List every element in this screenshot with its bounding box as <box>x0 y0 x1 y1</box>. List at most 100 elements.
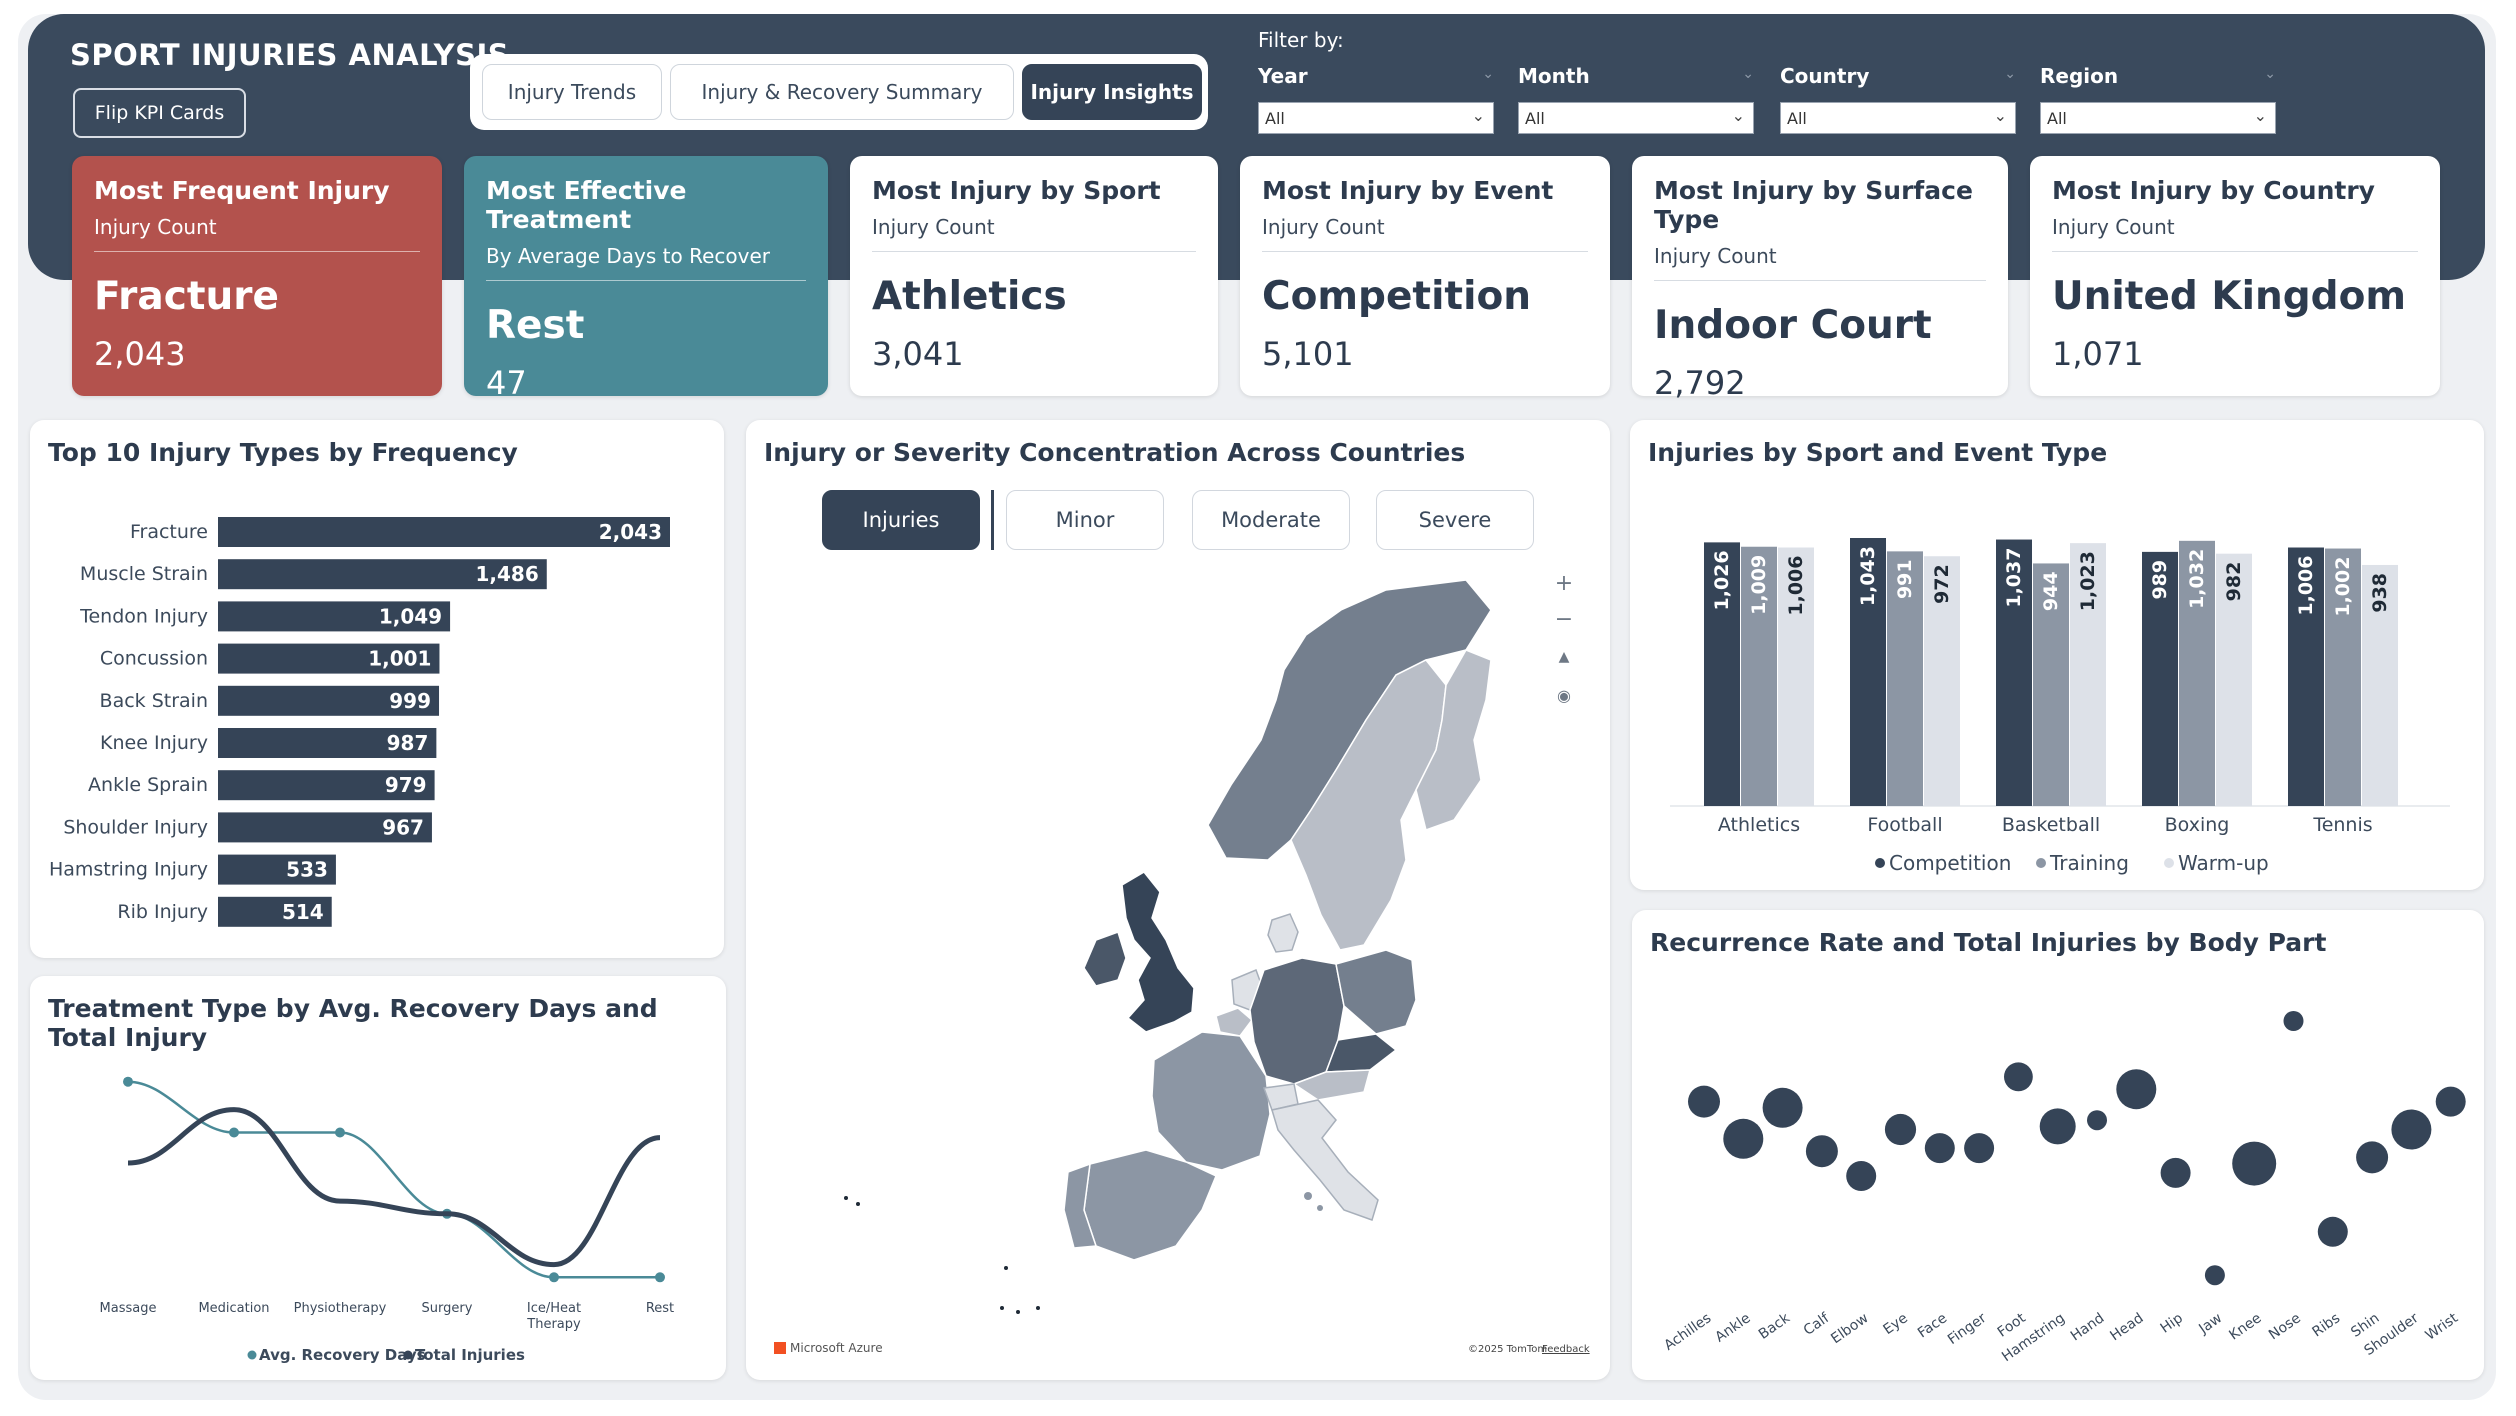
kpi-title: Most Frequent Injury <box>94 176 390 205</box>
bar-category-label: Hamstring Injury <box>49 859 208 881</box>
bar-value-label: 514 <box>282 900 324 924</box>
avg-recovery-point <box>655 1272 665 1283</box>
year-filter-select[interactable]: All ⌄ <box>1258 102 1494 134</box>
year-filter-label: Year <box>1258 64 1308 88</box>
microsoft-logo-icon <box>774 1342 786 1354</box>
bar-category-label: Concussion <box>100 648 208 670</box>
region-filter-select[interactable]: All ⌄ <box>2040 102 2276 134</box>
legend-label: Competition <box>1889 851 2011 875</box>
x-tick-label: Back <box>1756 1310 1794 1343</box>
bar-value-label: 989 <box>2149 560 2171 600</box>
x-tick-label: Head <box>2107 1310 2146 1344</box>
month-filter-value: All <box>1525 108 1545 128</box>
bar-value-label: 1,023 <box>2077 551 2099 611</box>
bubble <box>2039 1108 2076 1145</box>
x-tick-label: Basketball <box>2002 814 2100 836</box>
country-filter-select[interactable]: All ⌄ <box>1780 102 2016 134</box>
x-tick-label: Wrist <box>2423 1310 2462 1344</box>
bubble <box>2116 1069 2157 1110</box>
legend-marker <box>403 1350 413 1360</box>
x-tick-label: Ribs <box>2309 1310 2343 1340</box>
legend-marker <box>2164 858 2174 868</box>
dropdown-arrow-icon: ⌄ <box>2253 106 2267 125</box>
x-tick-label: Hand <box>2068 1310 2107 1344</box>
kpi-subtitle: Injury Count <box>872 215 1196 252</box>
kpi-card-most-injury-by-country[interactable]: Most Injury by Country Injury Count Unit… <box>2030 156 2440 396</box>
x-tick-label: Surgery <box>422 1301 473 1316</box>
x-tick-label: Hip <box>2158 1310 2186 1337</box>
x-tick-label: Boxing <box>2165 814 2230 836</box>
country-filter-label: Country <box>1780 64 1870 88</box>
bubble <box>1884 1113 1917 1146</box>
x-tick-label: Eye <box>1881 1310 1911 1338</box>
bar-value-label: 533 <box>286 858 328 882</box>
bar-category-label: Back Strain <box>100 690 208 712</box>
treatment-line-chart: Massage Medication Physiotherapy Surgery Ice… <box>100 1076 674 1364</box>
kpi-subtitle: By Average Days to Recover <box>486 244 806 281</box>
x-tick-label: Face <box>1915 1310 1950 1341</box>
bar-category-label: Tendon Injury <box>79 605 208 627</box>
map-island <box>1304 1192 1312 1200</box>
bar-category-label: Fracture <box>130 521 208 543</box>
map-island <box>1000 1306 1004 1310</box>
kpi-number: 2,792 <box>1654 364 1746 402</box>
bubble <box>1964 1133 1995 1164</box>
page-title: SPORT INJURIES ANALYSIS <box>70 38 510 72</box>
map-island <box>1004 1266 1008 1270</box>
legend-marker <box>247 1350 257 1360</box>
kpi-title: Most Effective Treatment <box>486 176 687 234</box>
map-region-united-kingdom <box>1121 871 1195 1033</box>
kpi-value: Competition <box>1262 274 1532 319</box>
recurrence-panel: Recurrence Rate and Total Injuries by Bo… <box>1632 910 2484 1380</box>
map-region-belgium <box>1215 1007 1254 1037</box>
top10-injury-chart: Fracture 2,043 Muscle Strain 1,486 Tendon In… <box>49 517 670 927</box>
map-island <box>1016 1310 1020 1314</box>
kpi-number: 2,043 <box>94 335 186 373</box>
kpi-value: Rest <box>486 303 585 348</box>
kpi-value: Indoor Court <box>1654 303 1932 348</box>
legend-label: Total Injuries <box>415 1346 525 1364</box>
top10-injury-panel: Top 10 Injury Types by Frequency Fractur… <box>30 420 724 958</box>
map-island <box>856 1202 860 1206</box>
recurrence-scatter-chart: AchillesAnkle Back CalfElbow Eye FaceFinger F… <box>1661 1011 2466 1365</box>
x-tick-label: Athletics <box>1718 814 1800 836</box>
bubble <box>2391 1109 2432 1150</box>
europe-map[interactable]: Microsoft Azure ©2025 TomTom Feedback <box>746 420 1610 1380</box>
bubble <box>2283 1011 2304 1031</box>
dropdown-arrow-icon: ⌄ <box>1471 106 1485 125</box>
bar-value-label: 979 <box>385 773 427 797</box>
tab-injury-insights[interactable]: Injury Insights <box>1022 64 1202 120</box>
x-tick-label: Tennis <box>2312 814 2372 836</box>
month-filter-select[interactable]: All ⌄ <box>1518 102 1754 134</box>
kpi-card-most-injury-by-event[interactable]: Most Injury by Event Injury Count Compet… <box>1240 156 1610 396</box>
bubble <box>2232 1141 2277 1186</box>
bar-category-label: Muscle Strain <box>80 563 208 585</box>
bar-value-label: 1,043 <box>1857 546 1879 606</box>
flip-kpi-cards-button[interactable]: Flip KPI Cards <box>73 88 246 138</box>
bar-value-label: 972 <box>1931 564 1953 604</box>
kpi-title: Most Injury by Event <box>1262 176 1554 205</box>
map-region-italy <box>1271 1099 1379 1221</box>
kpi-subtitle: Injury Count <box>1262 215 1588 252</box>
legend-label: Warm-up <box>2178 851 2269 875</box>
kpi-title: Most Injury by Sport <box>872 176 1161 205</box>
x-tick-label: Achilles <box>1661 1310 1714 1354</box>
kpi-card-most-injury-by-sport[interactable]: Most Injury by Sport Injury Count Athlet… <box>850 156 1218 396</box>
kpi-value: Fracture <box>94 274 279 319</box>
bar-value-label: 2,043 <box>599 520 662 544</box>
kpi-card-most-injury-by-surface[interactable]: Most Injury by Surface Type Injury Count… <box>1632 156 2008 402</box>
kpi-card-most-frequent-injury[interactable]: Most Frequent Injury Injury Count Fractu… <box>72 156 442 396</box>
sport-event-panel: Injuries by Sport and Event Type 1,026 1,… <box>1630 420 2484 890</box>
year-filter-value: All <box>1265 108 1285 128</box>
total-injuries-line <box>127 1107 661 1268</box>
kpi-number: 1,071 <box>2052 335 2144 373</box>
map-region-france <box>1151 1031 1271 1171</box>
legend-label: Avg. Recovery Days <box>259 1346 426 1364</box>
month-filter: Month ⌄ All ⌄ <box>1518 64 1754 134</box>
tab-injury-recovery-summary[interactable]: Injury & Recovery Summary <box>670 64 1014 120</box>
bubble <box>1688 1085 1720 1118</box>
kpi-card-most-effective-treatment[interactable]: Most Effective Treatment By Average Days… <box>464 156 828 402</box>
kpi-subtitle: Injury Count <box>1654 244 1986 281</box>
kpi-number: 3,041 <box>872 335 964 373</box>
tab-injury-trends[interactable]: Injury Trends <box>482 64 662 120</box>
